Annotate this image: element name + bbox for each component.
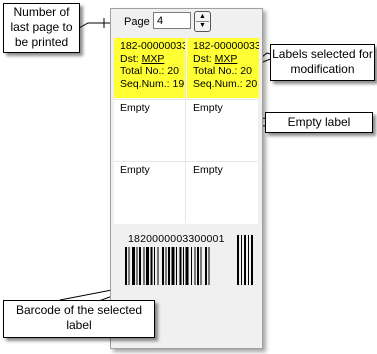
callout-text: Number of last page to be printed [10, 5, 73, 49]
callout-text: Empty label [287, 115, 351, 129]
barcode-bar [241, 235, 242, 285]
label-cell-selected[interactable]: 182-00000033 Dst: MXP Total No.: 20 Seq.… [114, 38, 186, 98]
barcode-bar [185, 247, 189, 285]
label-code: 182-00000033 [193, 40, 259, 52]
label-seq: Seq.Num.: 19 [120, 77, 185, 90]
barcode-bar [157, 247, 159, 285]
barcode-bar [168, 247, 170, 285]
label-code: 182-00000033 [120, 40, 186, 52]
barcode-image [125, 235, 253, 285]
barcode-bar [139, 247, 141, 285]
barcode-bar [132, 247, 135, 285]
barcode-bar [136, 247, 138, 285]
label-grid: 182-00000033 Dst: MXP Total No.: 20 Seq.… [114, 38, 259, 224]
barcode-bar [143, 247, 145, 285]
barcode-bar [150, 247, 153, 285]
barcode-bar [194, 247, 196, 285]
barcode-bar [176, 247, 177, 285]
page-spinner[interactable]: ▲ ▼ [194, 11, 211, 32]
barcode-bar [200, 247, 202, 285]
barcode-bar [154, 247, 155, 285]
label-cell-empty[interactable]: Empty [114, 162, 186, 223]
empty-label-text: Empty [193, 164, 223, 176]
barcode-bar [237, 235, 239, 285]
label-cell-empty[interactable]: Empty [187, 162, 259, 223]
label-total: Total No.: 20 [120, 65, 179, 77]
barcode-bar [162, 247, 164, 285]
barcode-bar [244, 235, 246, 285]
barcode-bar [128, 247, 130, 285]
label-dst-code: MXP [141, 52, 165, 65]
label-destination: Dst: MXP [193, 53, 259, 66]
barcode-bar [208, 247, 210, 285]
label-dst-prefix: Dst: [120, 52, 142, 65]
barcode-bar [171, 247, 175, 285]
callout-selected-labels: Labels selected for modification [270, 44, 375, 81]
page-input[interactable] [153, 12, 191, 29]
barcode-bar [251, 235, 253, 285]
label-total: Total No.: 20 [193, 65, 252, 77]
label-cell-empty[interactable]: Empty [114, 100, 186, 161]
spin-down-icon[interactable]: ▼ [196, 22, 209, 30]
barcode-bar [165, 247, 167, 285]
callout-text: Barcode of the selected label [15, 303, 143, 332]
barcode-bar [179, 247, 182, 285]
barcode-bar [183, 247, 184, 285]
barcode-bar [125, 247, 127, 285]
label-cell-empty[interactable]: Empty [187, 100, 259, 161]
spin-up-icon[interactable]: ▲ [196, 13, 209, 22]
page-label: Page [124, 16, 150, 28]
label-destination: Dst: MXP [120, 53, 185, 66]
callout-last-page: Number of last page to be printed [3, 3, 80, 53]
label-dst-code: MXP [214, 52, 238, 65]
barcode-bar [146, 247, 149, 285]
barcode-bar [197, 247, 199, 285]
callout-text: Labels selected for modification [272, 47, 373, 76]
callout-barcode: Barcode of the selected label [3, 300, 155, 338]
barcode-bar [205, 247, 207, 285]
label-cell-selected[interactable]: 182-00000033 Dst: MXP Total No.: 20 Seq.… [187, 38, 259, 98]
label-seq: Seq.Num.: 20 [193, 77, 258, 90]
callout-empty-label: Empty label [265, 112, 373, 133]
empty-label-text: Empty [120, 164, 150, 176]
empty-label-text: Empty [193, 102, 223, 114]
label-dst-prefix: Dst: [193, 52, 215, 65]
barcode-bar [191, 247, 192, 285]
empty-label-text: Empty [120, 102, 150, 114]
barcode-bar [248, 235, 249, 285]
